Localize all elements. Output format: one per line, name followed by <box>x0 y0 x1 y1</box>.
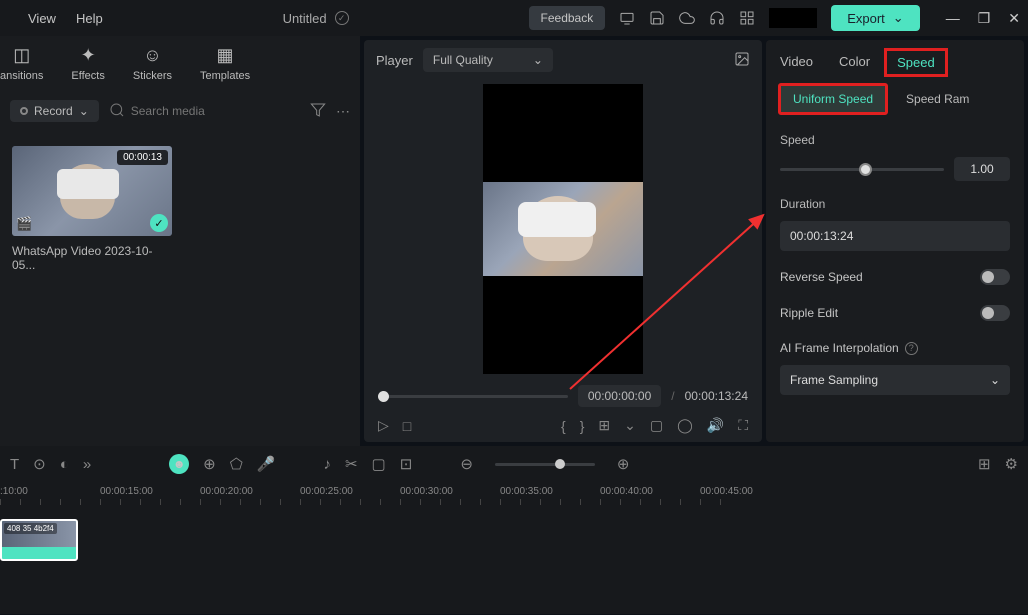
clip-label: 408 35 4b2f4 <box>4 523 57 534</box>
mic-icon[interactable]: 🎤 <box>257 455 276 473</box>
speed-value[interactable]: 1.00 <box>954 157 1010 181</box>
record-icon <box>20 107 28 115</box>
frame-sampling-select[interactable]: Frame Sampling ⌄ <box>780 365 1010 395</box>
help-icon[interactable]: ? <box>905 342 918 355</box>
chevron-down-icon[interactable]: ⌄ <box>624 417 636 434</box>
search-icon <box>109 102 125 121</box>
display-icon[interactable] <box>619 10 635 26</box>
speed-slider[interactable] <box>780 168 944 171</box>
chevron-down-icon: ⌄ <box>533 53 543 67</box>
music-icon[interactable]: ♪ <box>323 456 331 473</box>
subtab-speed-ramp[interactable]: Speed Ram <box>906 92 969 106</box>
export-button[interactable]: Export⌄ <box>831 5 919 31</box>
quality-select[interactable]: Full Quality⌄ <box>423 48 553 72</box>
subtab-uniform-speed[interactable]: Uniform Speed <box>778 83 888 115</box>
quality-icon[interactable]: ⊞ <box>598 417 610 434</box>
frame-icon[interactable]: ⊡ <box>400 455 413 473</box>
shield-icon[interactable]: ⬠ <box>230 455 243 473</box>
mask-icon[interactable]: ⊕ <box>203 455 216 473</box>
media-item[interactable]: 00:00:13 🎬 ✓ WhatsApp Video 2023-10-05..… <box>12 146 172 272</box>
more-icon[interactable]: ⋯ <box>336 103 350 120</box>
palette-icon[interactable]: ◐ <box>60 456 69 473</box>
feedback-button[interactable]: Feedback <box>529 6 606 30</box>
reverse-speed-toggle[interactable] <box>980 269 1010 285</box>
chevron-down-icon: ⌄ <box>893 10 904 26</box>
player-panel: Player Full Quality⌄ 00:00:00:00 / 00:00… <box>364 40 762 442</box>
menu-help[interactable]: Help <box>76 11 103 26</box>
zoom-slider[interactable] <box>495 463 595 466</box>
reverse-speed-label: Reverse Speed <box>780 270 863 284</box>
effects-icon: ✦ <box>77 44 99 66</box>
grid-icon[interactable] <box>739 10 755 26</box>
cloud-icon[interactable] <box>679 10 695 26</box>
duration-input[interactable] <box>780 221 1010 251</box>
tab-transitions[interactable]: ◫ansitions <box>0 44 43 82</box>
tab-stickers[interactable]: ☺Stickers <box>133 44 172 82</box>
ai-interpolation-label: AI Frame Interpolation <box>780 341 899 355</box>
search-input[interactable] <box>131 104 300 118</box>
crop-icon[interactable]: ▢ <box>372 455 386 473</box>
tab-templates[interactable]: ▦Templates <box>200 44 250 82</box>
bracket-right-icon[interactable]: } <box>580 418 585 434</box>
close-button[interactable]: ✕ <box>1008 10 1020 27</box>
maximize-button[interactable]: ❐ <box>978 10 991 27</box>
display-icon[interactable]: ▢ <box>650 417 663 434</box>
media-name: WhatsApp Video 2023-10-05... <box>12 244 172 272</box>
transitions-icon: ◫ <box>11 44 33 66</box>
bracket-left-icon[interactable]: { <box>561 418 566 434</box>
split-icon[interactable]: ✂ <box>345 455 358 473</box>
templates-icon: ▦ <box>214 44 236 66</box>
snapshot-icon[interactable] <box>734 51 750 70</box>
chevron-down-icon: ⌄ <box>79 104 89 118</box>
zoom-out-icon[interactable]: ⊖ <box>460 455 473 473</box>
time-separator: / <box>671 389 674 403</box>
media-panel: ◫ansitions ✦Effects ☺Stickers ▦Templates… <box>0 36 360 446</box>
settings-icon[interactable]: ⚙ <box>1005 455 1018 473</box>
save-icon[interactable] <box>649 10 665 26</box>
volume-icon[interactable]: 🔊 <box>707 417 724 434</box>
film-icon: 🎬 <box>16 216 32 232</box>
save-status-icon: ✓ <box>335 11 349 25</box>
player-label: Player <box>376 53 413 68</box>
timeline-clip[interactable]: 408 35 4b2f4 <box>0 519 78 561</box>
check-icon: ✓ <box>150 214 168 232</box>
zoom-in-icon[interactable]: ⊕ <box>617 455 630 473</box>
scrubber[interactable] <box>378 395 568 398</box>
tab-color[interactable]: Color <box>839 54 870 71</box>
grid-view-icon[interactable]: ⊞ <box>978 455 991 473</box>
timeline-panel: T ⊙ ◐ » ☻ ⊕ ⬠ 🎤 ♪ ✂ ▢ ⊡ ⊖ ⊕ ⊞ ⚙ :10:00 0… <box>0 446 1028 614</box>
current-time: 00:00:00:00 <box>578 385 661 407</box>
total-time: 00:00:13:24 <box>685 389 748 403</box>
filter-icon[interactable] <box>310 102 326 121</box>
more-icon[interactable]: » <box>83 456 91 473</box>
stop-button[interactable]: □ <box>403 418 411 434</box>
headphones-icon[interactable] <box>709 10 725 26</box>
tab-video[interactable]: Video <box>780 54 813 71</box>
stickers-icon: ☺ <box>141 44 163 66</box>
record-button[interactable]: Record⌄ <box>10 100 99 122</box>
ripple-edit-label: Ripple Edit <box>780 306 838 320</box>
camera-icon[interactable]: ◯ <box>677 417 693 434</box>
chevron-down-icon: ⌄ <box>990 373 1000 387</box>
play-button[interactable]: ▷ <box>378 417 389 434</box>
duration-badge: 00:00:13 <box>117 150 168 165</box>
fullscreen-icon[interactable]: ⛶ <box>738 417 748 434</box>
preview-area <box>364 80 762 377</box>
timer-icon[interactable]: ⊙ <box>33 455 46 473</box>
document-title: Untitled <box>283 11 327 26</box>
minimize-button[interactable]: — <box>946 10 960 27</box>
duration-label: Duration <box>780 197 1010 211</box>
properties-panel: Video Color Speed Uniform Speed Speed Ra… <box>766 40 1024 442</box>
ripple-edit-toggle[interactable] <box>980 305 1010 321</box>
avatar-icon[interactable]: ☻ <box>169 454 189 474</box>
tab-effects[interactable]: ✦Effects <box>71 44 104 82</box>
speed-label: Speed <box>780 133 1010 147</box>
logo-area <box>769 8 817 28</box>
menu-view[interactable]: View <box>28 11 56 26</box>
tab-speed[interactable]: Speed <box>884 48 948 77</box>
timeline-ruler[interactable]: :10:00 00:00:15:00 00:00:20:00 00:00:25:… <box>0 482 1028 499</box>
text-icon[interactable]: T <box>10 456 19 473</box>
